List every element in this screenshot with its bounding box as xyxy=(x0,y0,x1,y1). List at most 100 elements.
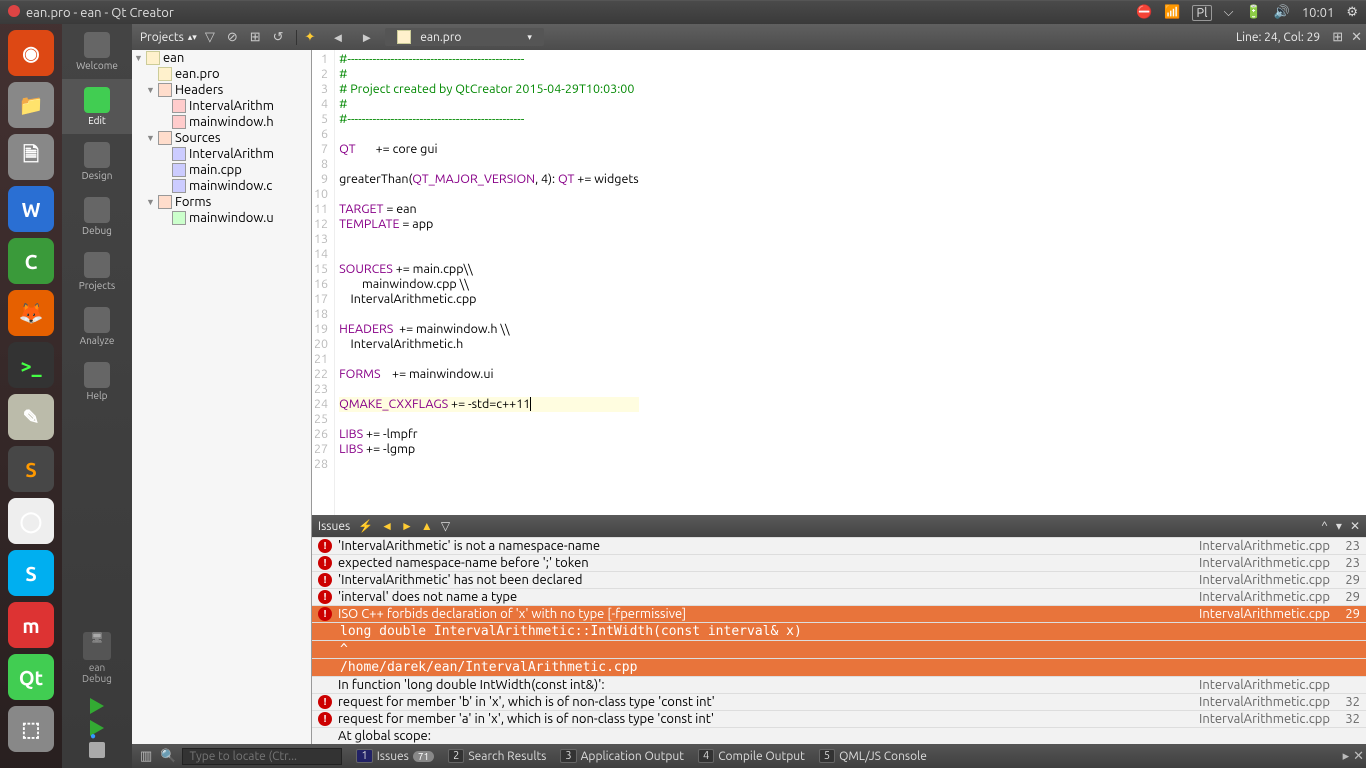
issue-row[interactable]: !request for member 'a' in 'x', which is… xyxy=(312,710,1366,727)
split-icon[interactable]: ⊞ xyxy=(246,30,265,45)
pane-qml/js-console[interactable]: 5QML/JS Console xyxy=(813,749,933,763)
expand-icon[interactable]: ▸ xyxy=(1341,749,1352,764)
mode-welcome[interactable]: Welcome xyxy=(62,24,132,79)
search-icon[interactable]: 🔍 xyxy=(158,749,178,764)
issue-row[interactable]: At global scope: xyxy=(312,727,1366,744)
kit-selector[interactable]: 🖥eanDebug xyxy=(62,628,132,688)
close-bar-icon[interactable]: ✕ xyxy=(1351,749,1366,764)
editor-toolbar: Projects▴▾ ▽ ⊘ ⊞ ↺ ✦ ◄ ► ean.pro ▾ L xyxy=(132,24,1366,50)
tree-item[interactable]: ▼Forms xyxy=(132,194,311,210)
issue-row[interactable]: !request for member 'b' in 'x', which is… xyxy=(312,693,1366,710)
terminal-icon[interactable]: >_ xyxy=(8,342,54,388)
tree-item[interactable]: main.cpp xyxy=(132,162,311,178)
mode-design[interactable]: Design xyxy=(62,134,132,189)
issue-row[interactable]: !expected namespace-name before ';' toke… xyxy=(312,554,1366,571)
clock[interactable]: 10:01 xyxy=(1302,6,1335,20)
files2-icon[interactable]: 🗎 xyxy=(8,134,54,180)
clear-icon[interactable]: ⚡ xyxy=(358,519,373,533)
run-button[interactable] xyxy=(90,698,104,714)
calc-icon[interactable]: C xyxy=(8,238,54,284)
issue-detail: long double IntervalArithmetic::IntWidth… xyxy=(312,622,1366,640)
back-icon[interactable]: ◄ xyxy=(327,30,348,45)
issue-row[interactable]: !'interval' does not name a typeInterval… xyxy=(312,588,1366,605)
dash-icon[interactable]: ◉ xyxy=(8,30,54,76)
tree-item[interactable]: mainwindow.h xyxy=(132,114,311,130)
volume-icon[interactable]: 🔊 xyxy=(1274,5,1290,20)
close-editor-icon[interactable]: ✕ xyxy=(1347,30,1366,45)
close-icon[interactable] xyxy=(8,5,20,17)
mode-analyze[interactable]: Analyze xyxy=(62,299,132,354)
forward-icon[interactable]: ► xyxy=(356,30,377,45)
unity-launcher: ◉ 📁 🗎 W C 🦊 >_ ✎ S ◯ S m Qt ⬚ xyxy=(0,24,62,768)
tree-item[interactable]: ▼ean xyxy=(132,50,311,66)
tree-item[interactable]: ean.pro xyxy=(132,66,311,82)
issue-row[interactable]: !ISO C++ forbids declaration of 'x' with… xyxy=(312,605,1366,622)
tree-item[interactable]: IntervalArithm xyxy=(132,98,311,114)
network-icon[interactable]: ⛔ xyxy=(1136,5,1152,20)
pane-issues[interactable]: 1Issues71 xyxy=(350,749,440,763)
issue-row[interactable]: !'IntervalArithmetic' has not been decla… xyxy=(312,571,1366,588)
mode-edit[interactable]: Edit xyxy=(62,79,132,134)
tree-item[interactable]: mainwindow.c xyxy=(132,178,311,194)
minimize-icon[interactable]: ▾ xyxy=(1336,519,1342,533)
new-icon[interactable]: ✦ xyxy=(301,30,320,45)
project-selector[interactable]: Projects▴▾ ▽ ⊘ ⊞ ↺ xyxy=(132,30,297,45)
mode-bar: WelcomeEditDesignDebugProjectsAnalyzeHel… xyxy=(62,24,132,768)
code-text[interactable]: #---------------------------------------… xyxy=(335,50,643,515)
app2-icon[interactable]: ⬚ xyxy=(8,706,54,752)
project-tree[interactable]: ▼eanean.pro▼HeadersIntervalArithmmainwin… xyxy=(132,50,312,744)
sync-icon[interactable]: ↺ xyxy=(269,30,288,45)
files-icon[interactable]: 📁 xyxy=(8,82,54,128)
build-button[interactable] xyxy=(89,742,105,758)
mode-projects[interactable]: Projects xyxy=(62,244,132,299)
session-icon[interactable]: ⚙ xyxy=(1346,5,1358,20)
filter-icon[interactable]: ▽ xyxy=(201,30,219,45)
file-tab-label: ean.pro xyxy=(420,31,461,44)
issue-detail: /home/darek/ean/IntervalArithmetic.cpp xyxy=(312,658,1366,676)
collapse-icon[interactable]: ^ xyxy=(1321,520,1328,533)
system-tray: ⛔ 📶 Pl ⌵ 🔋 🔊 10:01 ⚙ xyxy=(1136,5,1358,21)
issue-row[interactable]: !'IntervalArithmetic' is not a namespace… xyxy=(312,537,1366,554)
split-editor-icon[interactable]: ⊞ xyxy=(1328,30,1347,45)
tree-item[interactable]: ▼Sources xyxy=(132,130,311,146)
bluetooth-icon[interactable]: ⌵ xyxy=(1224,5,1234,20)
issues-title: Issues xyxy=(318,520,350,533)
issue-row[interactable]: In function 'long double IntWidth(const … xyxy=(312,676,1366,693)
link-icon[interactable]: ⊘ xyxy=(223,30,242,45)
pane-search-results[interactable]: 2Search Results xyxy=(442,749,552,763)
window-titlebar: ean.pro - ean - Qt Creator ⛔ 📶 Pl ⌵ 🔋 🔊 … xyxy=(0,0,1366,24)
toggle-sidebar-icon[interactable]: ▥ xyxy=(138,749,154,764)
wifi-icon[interactable]: 📶 xyxy=(1164,5,1180,20)
mode-help[interactable]: Help xyxy=(62,354,132,409)
qtcreator-icon[interactable]: Qt xyxy=(8,654,54,700)
pane-application-output[interactable]: 3Application Output xyxy=(554,749,690,763)
filter2-icon[interactable]: ▽ xyxy=(441,519,450,533)
pane-compile-output[interactable]: 4Compile Output xyxy=(692,749,811,763)
app-icon[interactable]: m xyxy=(8,602,54,648)
close-panel-icon[interactable]: ✕ xyxy=(1350,519,1360,533)
prev-icon[interactable]: ◄ xyxy=(381,519,393,533)
issues-header: Issues ⚡ ◄ ► ▲ ▽ ^ ▾ ✕ xyxy=(312,515,1366,537)
skype-icon[interactable]: S xyxy=(8,550,54,596)
lang-indicator[interactable]: Pl xyxy=(1192,5,1211,21)
chrome-icon[interactable]: ◯ xyxy=(8,498,54,544)
firefox-icon[interactable]: 🦊 xyxy=(8,290,54,336)
tree-item[interactable]: IntervalArithm xyxy=(132,146,311,162)
writer-icon[interactable]: W xyxy=(8,186,54,232)
line-gutter: 1234567891011121314151617181920212223242… xyxy=(312,50,335,515)
locator-input[interactable] xyxy=(182,748,342,765)
battery-icon[interactable]: 🔋 xyxy=(1245,5,1261,20)
warn-filter-icon[interactable]: ▲ xyxy=(421,519,433,533)
code-editor[interactable]: 1234567891011121314151617181920212223242… xyxy=(312,50,1366,744)
mode-debug[interactable]: Debug xyxy=(62,189,132,244)
note-icon[interactable]: ✎ xyxy=(8,394,54,440)
debug-run-button[interactable]: ● xyxy=(90,720,104,736)
file-icon xyxy=(397,30,411,44)
issues-list[interactable]: !'IntervalArithmetic' is not a namespace… xyxy=(312,537,1366,744)
next-icon[interactable]: ► xyxy=(401,519,413,533)
bottom-bar: ▥ 🔍 1Issues712Search Results3Application… xyxy=(132,744,1366,768)
tree-item[interactable]: mainwindow.u xyxy=(132,210,311,226)
sublime-icon[interactable]: S xyxy=(8,446,54,492)
tree-item[interactable]: ▼Headers xyxy=(132,82,311,98)
file-tab[interactable]: ean.pro ▾ xyxy=(385,28,544,46)
